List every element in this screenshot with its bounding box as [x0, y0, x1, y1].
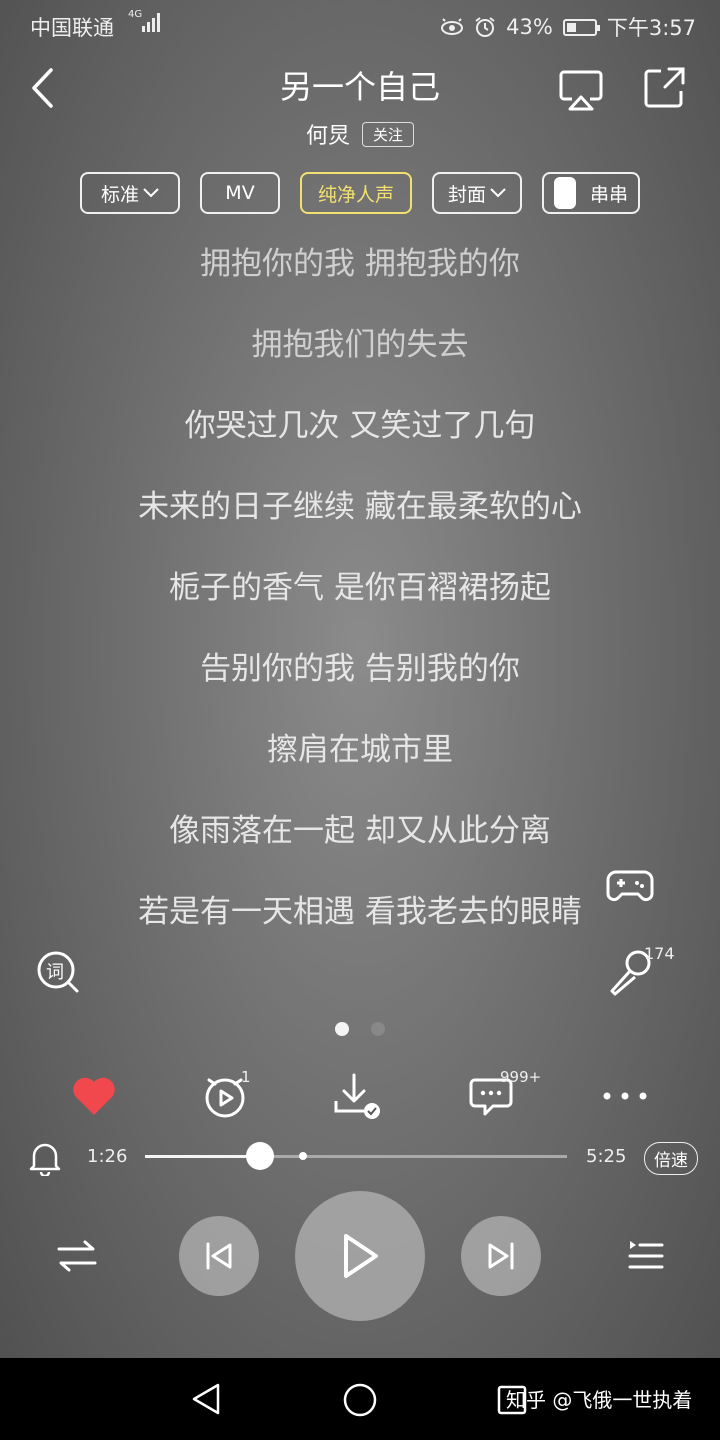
playlist-button[interactable] — [622, 1234, 668, 1278]
lyric-mode-button[interactable]: 词 — [34, 948, 82, 996]
next-button[interactable] — [461, 1216, 541, 1296]
quality-label: 标准 — [100, 183, 139, 206]
play-icon — [344, 1234, 378, 1278]
progress-bar[interactable] — [145, 1142, 567, 1170]
artist-name[interactable]: 何炅 — [306, 118, 350, 150]
lyric-icon-label: 词 — [46, 962, 64, 983]
download-icon — [334, 1073, 380, 1119]
nav-back-icon[interactable] — [190, 1382, 222, 1416]
network-type: 4G — [128, 9, 143, 20]
mv-button[interactable]: MV — [200, 172, 280, 214]
progress-knob[interactable] — [246, 1142, 275, 1170]
like-button[interactable] — [59, 1068, 129, 1124]
song-title: 另一个自己 — [279, 68, 440, 106]
alarm-icon — [475, 17, 495, 37]
pure-vocal-label: 纯净人声 — [317, 183, 394, 206]
cover-label: 封面 — [447, 183, 486, 206]
page-dot[interactable] — [371, 1022, 385, 1036]
cast-button[interactable] — [556, 66, 606, 114]
chevron-down-icon — [143, 188, 159, 198]
cast-icon — [559, 70, 603, 111]
status-bar: 中国联通 4G 43% 下午3:57 — [0, 0, 720, 52]
battery-level — [566, 22, 576, 32]
timer-button[interactable] — [26, 1138, 64, 1178]
game-button[interactable] — [604, 862, 656, 908]
speed-button[interactable]: 倍速 — [644, 1142, 698, 1175]
toggle-knob — [553, 177, 576, 209]
skip-previous-icon — [206, 1242, 232, 1270]
play-mode-button[interactable] — [54, 1234, 100, 1278]
page-indicator — [0, 1022, 720, 1036]
sing-count: 174 — [644, 944, 675, 963]
lyric-line: 擦肩在城市里 — [267, 732, 453, 768]
elapsed-time: 1:26 — [87, 1146, 128, 1167]
lyric-line: 你哭过几次 又笑过了几句 — [184, 408, 536, 444]
skip-next-icon — [488, 1242, 514, 1270]
back-button[interactable] — [22, 64, 62, 112]
lyric-line: 拥抱你的我 拥抱我的你 — [200, 246, 520, 282]
lyric-line: 告别你的我 告别我的你 — [200, 651, 520, 687]
chevron-down-icon — [490, 188, 506, 198]
play-button[interactable] — [295, 1191, 425, 1321]
lyric-line: 拥抱我们的失去 — [251, 327, 469, 363]
comment-button[interactable]: 999+ — [456, 1068, 541, 1124]
previous-button[interactable] — [179, 1216, 259, 1296]
carrier-name: 中国联通 — [30, 16, 114, 40]
follow-button[interactable]: 关注 — [362, 121, 415, 147]
battery-icon — [562, 18, 600, 36]
lyrics-panel[interactable]: 拥抱你的我 拥抱我的你 拥抱我们的失去 你哭过几次 又笑过了几句 未来的日子继续… — [120, 238, 600, 1006]
more-button[interactable] — [590, 1068, 660, 1124]
chevron-left-icon — [32, 68, 53, 108]
lyric-line: 若是有一天相遇 看我老去的眼睛 — [138, 894, 582, 930]
lyric-line: 像雨落在一起 却又从此分离 — [169, 813, 551, 849]
quality-selector[interactable]: 标准 — [80, 172, 180, 214]
comment-count-badge: 999+ — [500, 1068, 542, 1086]
watermark-text: 知乎 @飞俄一世执着 — [506, 1388, 693, 1412]
bell-icon — [29, 1143, 61, 1176]
more-icon — [603, 1092, 647, 1100]
playlist-icon — [628, 1241, 664, 1269]
artist-row: 何炅 关注 — [0, 118, 720, 150]
page-dot-active[interactable] — [335, 1022, 349, 1036]
system-nav-bar: 知乎 @飞俄一世执着 — [0, 1358, 720, 1440]
battery-percent: 43% — [506, 15, 553, 39]
lyric-line: 未来的日子继续 藏在最柔软的心 — [138, 489, 582, 525]
lyric-line: 栀子的香气 是你百褶裙扬起 — [169, 570, 551, 606]
download-button[interactable] — [322, 1068, 392, 1124]
total-duration: 5:25 — [586, 1146, 627, 1167]
gamepad-icon — [606, 870, 654, 902]
option-chips: 标准 MV 纯净人声 封面 串串 — [80, 172, 640, 214]
cover-selector[interactable]: 封面 — [432, 172, 522, 214]
nav-home-icon[interactable] — [342, 1382, 378, 1418]
share-icon — [644, 67, 685, 108]
mv-label: MV — [225, 182, 255, 204]
shuffle-order-icon — [57, 1240, 97, 1272]
share-button[interactable] — [640, 64, 688, 112]
clock: 下午3:57 — [606, 16, 696, 40]
buffer-marker — [299, 1152, 308, 1160]
heart-icon — [73, 1077, 115, 1115]
track-count-badge: 1 — [241, 1068, 251, 1086]
ringtone-button[interactable]: 1 — [191, 1068, 261, 1124]
chuanchuan-label: 串串 — [589, 183, 628, 206]
pure-vocal-button[interactable]: 纯净人声 — [300, 172, 412, 214]
progress-played — [145, 1155, 261, 1158]
karaoke-button[interactable]: 174 — [604, 944, 675, 998]
eye-icon — [441, 18, 464, 35]
chuanchuan-toggle[interactable]: 串串 — [542, 172, 640, 214]
signal-icon — [142, 13, 160, 32]
